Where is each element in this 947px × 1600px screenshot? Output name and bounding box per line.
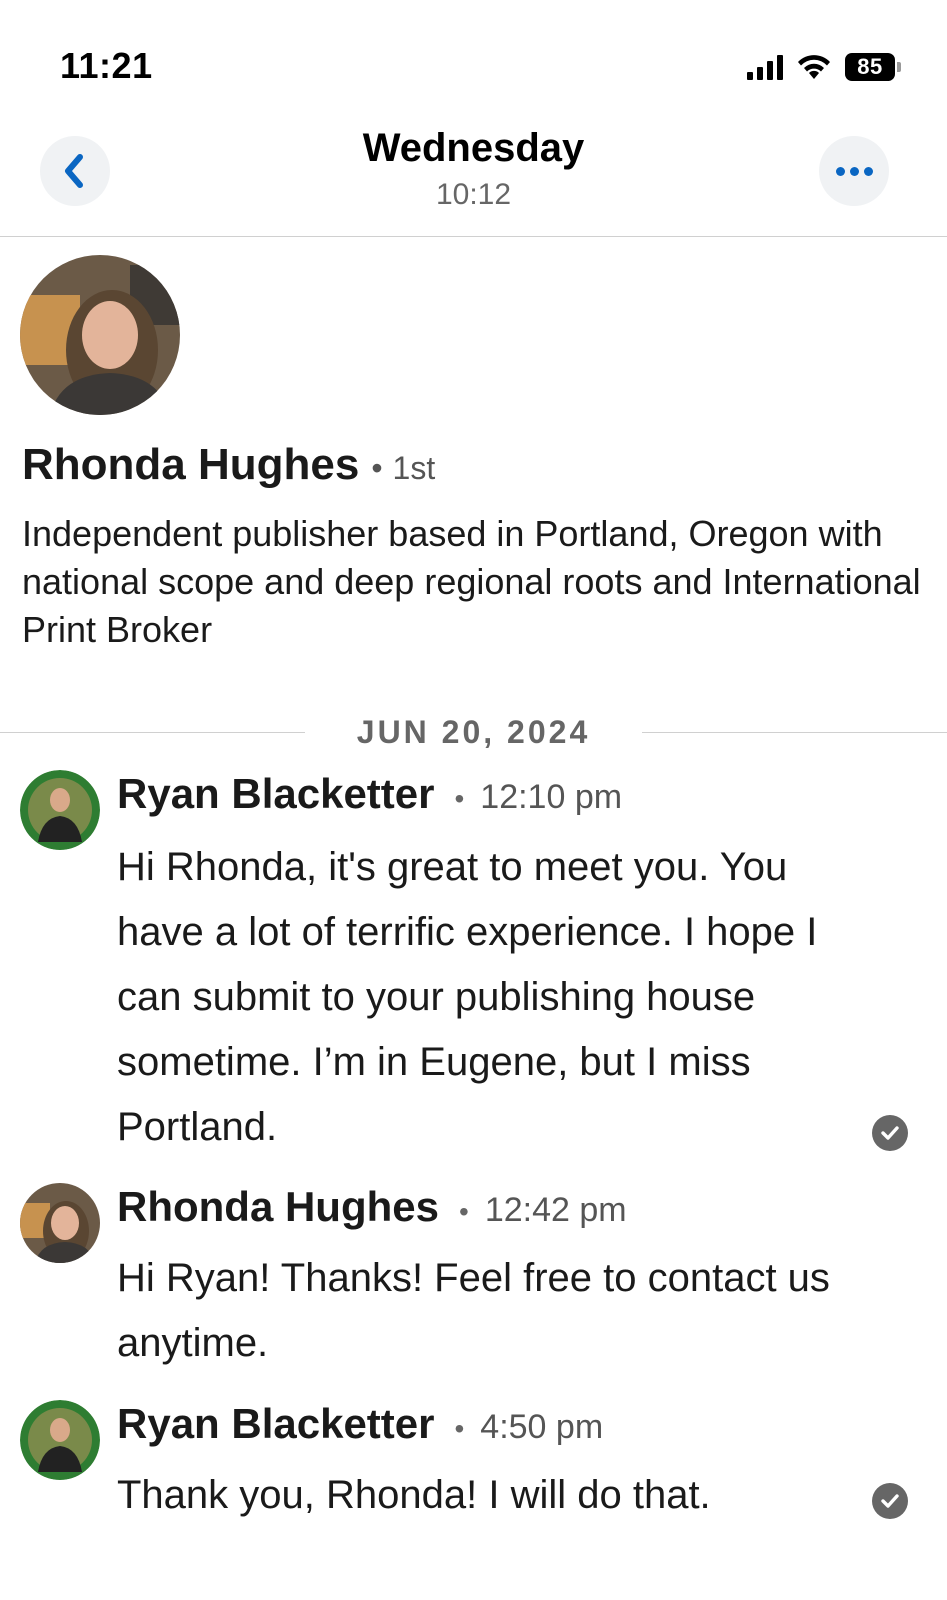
header-subtitle: 10:12: [435, 178, 512, 211]
connection-degree: • 1st: [371, 450, 436, 486]
message-header: Ryan Blacketter • 4:50 pm: [117, 1400, 604, 1448]
profile-name-row: Rhonda Hughes • 1st: [22, 440, 435, 490]
profile-name[interactable]: Rhonda Hughes: [22, 440, 359, 490]
sender-name[interactable]: Rhonda Hughes: [117, 1183, 439, 1231]
wifi-icon: [795, 53, 833, 81]
message-header: Ryan Blacketter • 12:10 pm: [117, 770, 623, 818]
more-horizontal-icon: [835, 166, 873, 176]
avatar[interactable]: [20, 1183, 100, 1263]
sender-name[interactable]: Ryan Blacketter: [117, 1400, 434, 1448]
more-options-button[interactable]: [819, 136, 889, 206]
checkmark-circle-icon: [872, 1483, 908, 1519]
avatar[interactable]: [20, 1400, 100, 1480]
message-time: 12:10 pm: [480, 778, 623, 816]
battery-icon: 85: [845, 53, 901, 81]
profile-headline: Independent publisher based in Portland,…: [22, 513, 921, 650]
messaging-screen: 11:21 85 Wednesday 10:12 Rhonda Hughes •…: [0, 0, 947, 1600]
status-icons: 85: [747, 50, 901, 84]
battery-level: 85: [845, 53, 895, 81]
message-time: 4:50 pm: [480, 1408, 604, 1446]
conversation-header: Wednesday 10:12: [0, 118, 947, 238]
message-body: Hi Ryan! Thanks! Feel free to contact us…: [117, 1256, 830, 1365]
status-time: 11:21: [60, 45, 153, 86]
signal-icon: [747, 54, 783, 80]
header-title: Wednesday: [362, 126, 585, 170]
date-separator: JUN 20, 2024: [0, 712, 947, 752]
message-header: Rhonda Hughes • 12:42 pm: [117, 1183, 627, 1231]
message-body: Thank you, Rhonda! I will do that.: [117, 1473, 711, 1517]
status-bar: 11:21 85: [0, 0, 947, 110]
sender-name[interactable]: Ryan Blacketter: [117, 770, 434, 818]
avatar[interactable]: [20, 770, 100, 850]
profile-avatar[interactable]: [20, 255, 180, 415]
message-time: 12:42 pm: [484, 1191, 627, 1229]
checkmark-circle-icon: [872, 1115, 908, 1151]
message-body: Hi Rhonda, it's great to meet you. You h…: [117, 845, 818, 1149]
header-divider: [0, 236, 947, 237]
